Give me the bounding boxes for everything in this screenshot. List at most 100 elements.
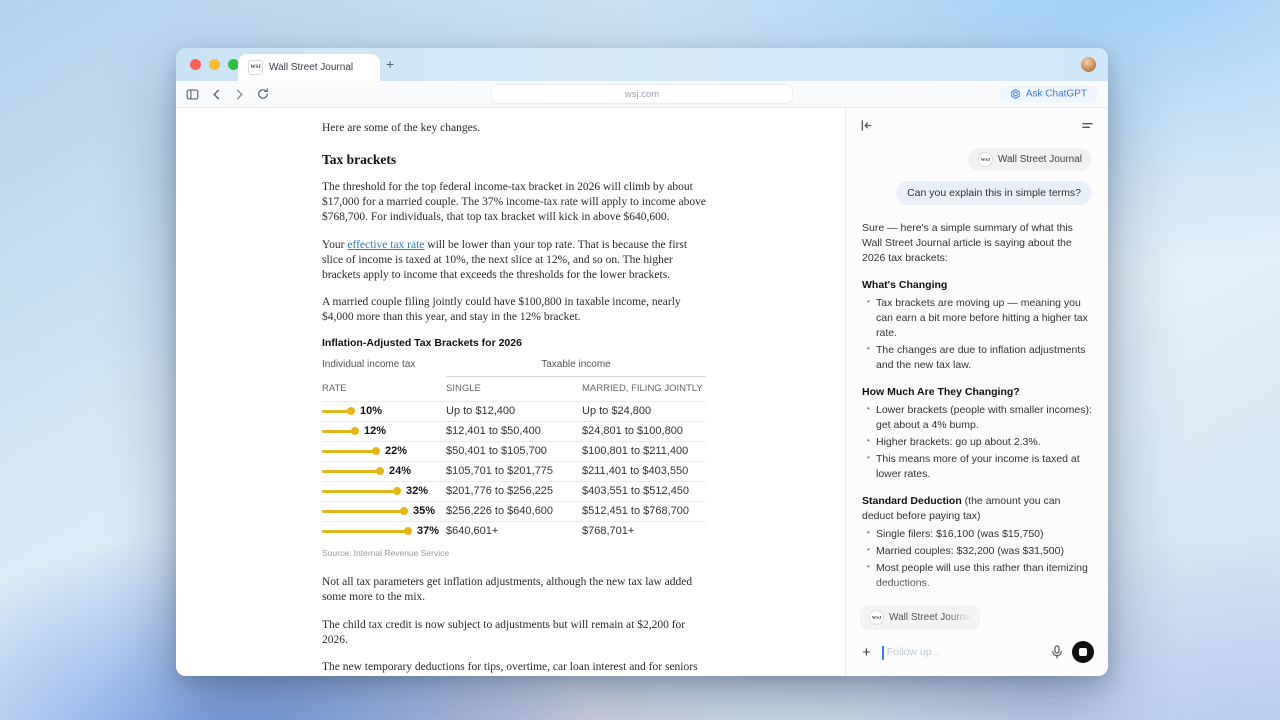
rate-label: 37% <box>417 524 439 539</box>
table-row: 12% $12,401 to $50,400 $24,801 to $100,8… <box>322 421 706 441</box>
article-intro: Here are some of the key changes. <box>322 121 706 136</box>
tax-table-body: 10% Up to $12,400 Up to $24,800 12% $12,… <box>322 401 706 541</box>
bullet-item: Single filers: $16,100 (was $15,750) <box>876 527 1092 542</box>
assistant-section: Standard Deduction (the amount you can d… <box>862 494 1092 591</box>
married-cell: $24,801 to $100,800 <box>582 424 706 439</box>
sidebar-toggle-icon[interactable] <box>186 88 199 101</box>
single-cell: Up to $12,400 <box>446 404 582 419</box>
rate-bar <box>322 530 409 533</box>
stop-generating-button[interactable] <box>1072 641 1094 663</box>
article-paragraph: Not all tax parameters get inflation adj… <box>322 575 706 605</box>
user-message-bubble: Can you explain this in simple terms? <box>896 181 1092 205</box>
rate-label: 22% <box>385 444 407 459</box>
rate-bar <box>322 490 398 493</box>
article-pane: Here are some of the key changes. Tax br… <box>176 108 845 676</box>
bullet-item: This means more of your income is taxed … <box>876 452 1092 482</box>
tab-strip: WSJ Wall Street Journal + <box>176 48 1108 81</box>
married-cell: $512,451 to $768,700 <box>582 504 706 519</box>
article-heading-tax-brackets: Tax brackets <box>322 151 706 169</box>
assistant-sections: What's Changing Tax brackets are moving … <box>862 278 1092 603</box>
married-cell: Up to $24,800 <box>582 404 706 419</box>
wsj-badge-icon: WSJ <box>869 610 884 625</box>
article-paragraph: The threshold for the top federal income… <box>322 180 706 226</box>
table-row: 35% $256,226 to $640,600 $512,451 to $76… <box>322 501 706 521</box>
married-cell: $100,801 to $211,400 <box>582 444 706 459</box>
married-cell: $768,701+ <box>582 524 706 539</box>
column-header-single: SINGLE <box>446 383 582 396</box>
section-heading: What's Changing <box>862 279 947 291</box>
microphone-icon[interactable] <box>1051 645 1063 659</box>
effective-tax-rate-link[interactable]: effective tax rate <box>347 239 424 251</box>
rate-label: 12% <box>364 424 386 439</box>
table-row: 37% $640,601+ $768,701+ <box>322 521 706 541</box>
table-title: Inflation-Adjusted Tax Brackets for 2026 <box>322 337 706 351</box>
article-paragraph: Your effective tax rate will be lower th… <box>322 238 706 284</box>
collapse-sidebar-icon[interactable] <box>860 119 873 132</box>
profile-avatar[interactable] <box>1081 57 1096 72</box>
composer: WSJ Wall Street Journal + <box>846 603 1108 676</box>
forward-icon[interactable] <box>234 89 245 100</box>
single-cell: $12,401 to $50,400 <box>446 424 582 439</box>
text-caret <box>882 646 884 660</box>
browser-window: WSJ Wall Street Journal + wsj.com Ask Ch… <box>176 48 1108 676</box>
rate-label: 35% <box>413 504 435 519</box>
section-heading: Standard Deduction <box>862 495 962 507</box>
section-bullets: Single filers: $16,100 (was $15,750) Marr… <box>862 527 1092 591</box>
new-tab-button[interactable]: + <box>380 55 400 73</box>
married-cell: $403,551 to $512,450 <box>582 484 706 499</box>
bullet-item: Tax brackets are moving up — meaning you… <box>876 296 1092 341</box>
address-url: wsj.com <box>625 89 659 100</box>
rate-bar <box>322 410 352 413</box>
assistant-section: What's Changing Tax brackets are moving … <box>862 278 1092 373</box>
assistant-message: Sure — here's a simple summary of what t… <box>862 221 1092 603</box>
table-sublabel-left: Individual income tax <box>322 358 446 377</box>
chatgpt-sidebar: WSJ Wall Street Journal Can you explain … <box>845 108 1108 676</box>
article-paragraph: The child tax credit is now subject to a… <box>322 618 706 648</box>
follow-up-input[interactable] <box>882 646 1042 658</box>
tax-brackets-table: Inflation-Adjusted Tax Brackets for 2026… <box>322 337 706 559</box>
address-bar[interactable]: wsj.com <box>492 85 792 103</box>
single-cell: $640,601+ <box>446 524 582 539</box>
section-bullets: Lower brackets (people with smaller inco… <box>862 403 1092 482</box>
table-row: 32% $201,776 to $256,225 $403,551 to $51… <box>322 481 706 501</box>
bullet-item: The changes are due to inflation adjustm… <box>876 343 1092 373</box>
article-paragraph: A married couple filing jointly could ha… <box>322 295 706 325</box>
attach-plus-button[interactable]: + <box>860 645 873 660</box>
chat-transcript: WSJ Wall Street Journal Can you explain … <box>846 142 1108 603</box>
bullet-item: Most people will use this rather than it… <box>876 561 1092 591</box>
sidebar-menu-icon[interactable] <box>1081 119 1094 132</box>
tab-title: Wall Street Journal <box>269 62 353 73</box>
rate-label: 24% <box>389 464 411 479</box>
close-window-button[interactable] <box>190 59 201 70</box>
bullet-item: Lower brackets (people with smaller inco… <box>876 403 1092 433</box>
window-content: Here are some of the key changes. Tax br… <box>176 108 1108 676</box>
context-chip[interactable]: WSJ Wall Street Journal <box>968 148 1092 171</box>
table-row: 24% $105,701 to $201,775 $211,401 to $40… <box>322 461 706 481</box>
section-bullets: Tax brackets are moving up — meaning you… <box>862 296 1092 373</box>
minimize-window-button[interactable] <box>209 59 220 70</box>
table-row: 22% $50,401 to $105,700 $100,801 to $211… <box>322 441 706 461</box>
composer-context-chip[interactable]: WSJ Wall Street Journal <box>860 605 980 630</box>
wsj-favicon: WSJ <box>248 60 263 75</box>
rate-bar <box>322 510 405 513</box>
article-paragraph: The new temporary deductions for tips, o… <box>322 660 706 676</box>
context-chip-label: Wall Street Journal <box>998 154 1082 165</box>
back-icon[interactable] <box>211 89 222 100</box>
section-heading: How Much Are They Changing? <box>862 386 1020 398</box>
reload-icon[interactable] <box>257 88 269 100</box>
composer-chip-label: Wall Street Journal <box>889 612 971 623</box>
rate-bar <box>322 430 356 433</box>
wsj-badge-icon: WSJ <box>978 152 993 167</box>
ask-chatgpt-button[interactable]: Ask ChatGPT <box>999 86 1098 103</box>
column-header-rate: RATE <box>322 383 446 396</box>
single-cell: $105,701 to $201,775 <box>446 464 582 479</box>
tab-wall-street-journal[interactable]: WSJ Wall Street Journal <box>238 54 380 81</box>
table-sublabel-right: Taxable income <box>446 358 706 377</box>
ask-chatgpt-label: Ask ChatGPT <box>1026 89 1087 100</box>
stop-icon <box>1079 648 1087 656</box>
married-cell: $211,401 to $403,550 <box>582 464 706 479</box>
column-header-married: MARRIED, FILING JOINTLY <box>582 383 706 396</box>
rate-label: 32% <box>406 484 428 499</box>
bullet-item: Married couples: $32,200 (was $31,500) <box>876 544 1092 559</box>
openai-logo-icon <box>1010 89 1021 100</box>
